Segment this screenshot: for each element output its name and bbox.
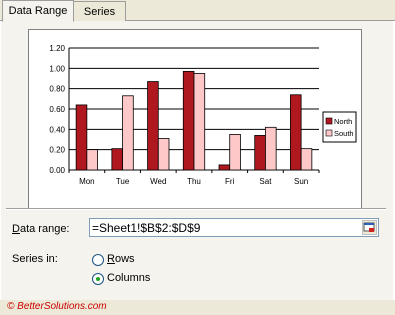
legend-swatch — [325, 129, 333, 137]
copyright-watermark: © BetterSolutions.com — [7, 301, 107, 312]
tab-series-label: Series — [83, 6, 116, 18]
y-tick-label: 0.60 — [49, 105, 65, 114]
data-range-field[interactable] — [89, 218, 379, 237]
tab-data-range-label: Data Range — [8, 5, 68, 17]
bar-south — [300, 148, 313, 171]
data-range-input[interactable] — [92, 220, 358, 235]
x-tick-label: Sat — [259, 177, 272, 186]
x-tick-label: Tue — [116, 177, 130, 186]
y-tick-label: 1.00 — [49, 64, 65, 73]
tab-panel: 0.00 0.20 0.40 0.60 0.80 1.00 1.20 Mon Tue Wed Thu… — [0, 21, 395, 300]
y-tick-label: 0.40 — [49, 125, 65, 134]
columns-radio-label[interactable]: Columns — [107, 272, 150, 284]
tab-series[interactable]: Series — [73, 1, 126, 21]
data-range-label: Data range: — [12, 223, 70, 235]
bar-south — [265, 126, 277, 171]
y-tick-label: 0.80 — [49, 85, 65, 94]
x-tick-label: Sun — [294, 177, 308, 186]
divider — [6, 208, 386, 210]
y-tick-label: 0.20 — [49, 146, 65, 155]
y-tick-label: 1.20 — [49, 44, 65, 53]
y-tick-label: 0.00 — [49, 166, 65, 175]
chart-svg: 0.00 0.20 0.40 0.60 0.80 1.00 1.20 Mon Tue Wed Thu… — [49, 44, 357, 186]
bar-south — [157, 138, 170, 171]
bar-north — [254, 135, 266, 171]
bar-north — [218, 164, 231, 171]
chart-preview: 0.00 0.20 0.40 0.60 0.80 1.00 1.20 Mon Tue Wed Thu… — [28, 29, 362, 209]
bar-north — [75, 104, 88, 171]
bar-south — [193, 73, 206, 171]
x-tick-label: Wed — [150, 177, 166, 186]
series-in-label: Series in: — [12, 253, 58, 265]
x-tick-label: Mon — [79, 177, 95, 186]
legend-swatch — [325, 117, 333, 125]
bar-north — [182, 70, 195, 171]
rows-radio[interactable] — [92, 254, 104, 266]
bar-south — [229, 134, 241, 171]
legend-entry: South — [334, 129, 354, 138]
x-tick-label: Fri — [225, 177, 235, 186]
tab-data-range[interactable]: Data Range — [2, 0, 74, 22]
legend-entry: North — [334, 117, 352, 126]
bar-north — [147, 81, 159, 171]
columns-radio[interactable] — [92, 273, 104, 285]
columns-radio-dot — [96, 277, 100, 281]
collapse-dialog-button[interactable] — [362, 220, 377, 235]
bar-north — [111, 148, 123, 171]
x-tick-label: Thu — [187, 177, 201, 186]
bar-south — [122, 95, 134, 171]
rows-radio-label[interactable]: Rows — [107, 253, 135, 265]
bar-south — [86, 149, 98, 171]
range-select-icon — [363, 222, 375, 232]
bar-north — [290, 94, 302, 171]
